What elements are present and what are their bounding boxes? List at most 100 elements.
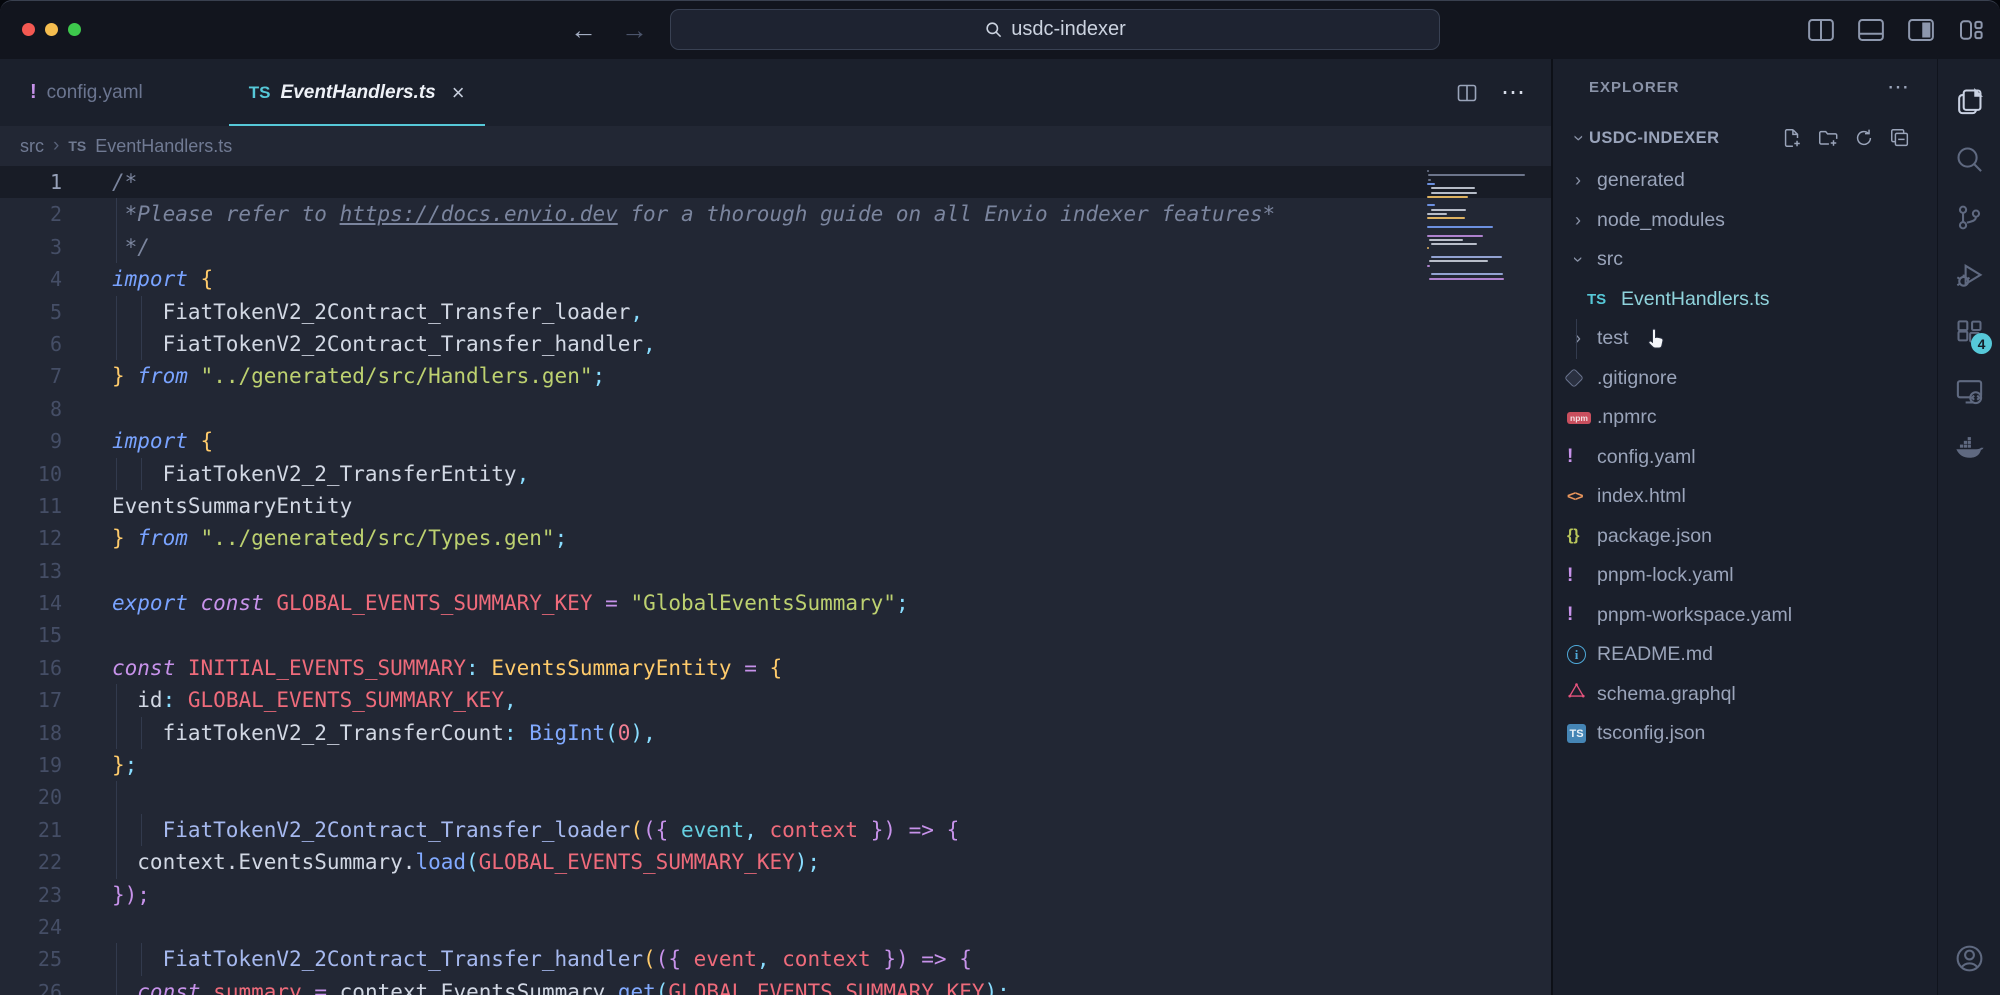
line-number: 8	[0, 393, 62, 425]
code-line-15[interactable]: 15	[0, 619, 1551, 651]
html-file-icon: <>	[1567, 488, 1583, 505]
split-editor-layout-icon[interactable]	[1806, 15, 1836, 45]
back-icon[interactable]: ←	[570, 17, 597, 44]
customize-layout-icon[interactable]	[1956, 15, 1986, 45]
traffic-lights	[22, 23, 81, 36]
code-line-1[interactable]: 1/*	[0, 166, 1551, 198]
code-line-18[interactable]: 18 fiatTokenV2_2_TransferCount: BigInt(0…	[0, 717, 1551, 749]
tree-item-test[interactable]: ›test	[1553, 319, 1937, 359]
code-line-25[interactable]: 25 FiatTokenV2_2Contract_Transfer_handle…	[0, 943, 1551, 975]
code-line-19[interactable]: 19};	[0, 749, 1551, 781]
code-line-8[interactable]: 8	[0, 393, 1551, 425]
code-line-17[interactable]: 17 id: GLOBAL_EVENTS_SUMMARY_KEY,	[0, 684, 1551, 716]
minimap[interactable]	[1421, 170, 1551, 470]
code-line-3[interactable]: 3 */	[0, 231, 1551, 263]
sidebar-right-layout-icon[interactable]	[1906, 15, 1936, 45]
minimap-line	[1427, 265, 1430, 267]
minimap-line	[1431, 256, 1501, 258]
new-file-icon[interactable]	[1781, 127, 1803, 149]
code-line-4[interactable]: 4import {	[0, 263, 1551, 295]
command-center-search[interactable]: usdc-indexer	[670, 9, 1440, 50]
tree-item-src[interactable]: ›src	[1553, 240, 1937, 280]
source-control-icon[interactable]	[1945, 193, 1993, 241]
code-line-10[interactable]: 10 FiatTokenV2_2_TransferEntity,	[0, 458, 1551, 490]
tree-item-eventhandlers-ts[interactable]: TSEventHandlers.ts	[1553, 280, 1937, 320]
line-number: 13	[0, 555, 62, 587]
json-file-icon: {}	[1567, 527, 1579, 545]
history-nav: ← →	[570, 1, 648, 59]
tree-item-schema-graphql[interactable]: schema.graphql	[1553, 675, 1937, 715]
tree-item-label: node_modules	[1597, 209, 1725, 232]
run-debug-icon[interactable]	[1945, 251, 1993, 299]
tree-item-pnpm-lock-yaml[interactable]: !pnpm-lock.yaml	[1553, 556, 1937, 596]
code-line-23[interactable]: 23});	[0, 879, 1551, 911]
tab-eventhandlers-ts[interactable]: TSEventHandlers.ts×	[225, 59, 489, 126]
file-icon-slot: TS	[1587, 291, 1621, 308]
tab-config-yaml[interactable]: !config.yaml	[6, 59, 167, 126]
tree-item-readme-md[interactable]: iREADME.md	[1553, 635, 1937, 675]
code-line-5[interactable]: 5 FiatTokenV2_2Contract_Transfer_loader,	[0, 296, 1551, 328]
account-icon[interactable]	[1945, 934, 1993, 982]
tree-item-node-modules[interactable]: › node_modules	[1553, 201, 1937, 241]
line-content: const INITIAL_EVENTS_SUMMARY: EventsSumm…	[62, 652, 1551, 684]
tree-item-pnpm-workspace-yaml[interactable]: !pnpm-workspace.yaml	[1553, 596, 1937, 636]
tab-bar: !config.yaml TSEventHandlers.ts× ⋯	[0, 59, 1551, 126]
code-line-21[interactable]: 21 FiatTokenV2_2Contract_Transfer_loader…	[0, 814, 1551, 846]
tree-item--npmrc[interactable]: npm.npmrc	[1553, 398, 1937, 438]
forward-icon[interactable]: →	[621, 17, 648, 44]
close-tab-icon[interactable]: ×	[452, 80, 465, 106]
tree-item-generated[interactable]: ›generated	[1553, 161, 1937, 201]
project-root-row[interactable]: › USDC-INDEXER	[1553, 115, 1937, 161]
code-line-2[interactable]: 2 *Please refer to https://docs.envio.de…	[0, 198, 1551, 230]
code-line-13[interactable]: 13	[0, 555, 1551, 587]
file-icon-slot: !	[1567, 565, 1597, 587]
code-line-26[interactable]: 26 const summary = context.EventsSummary…	[0, 976, 1551, 995]
code-line-24[interactable]: 24	[0, 911, 1551, 943]
explorer-icon[interactable]	[1945, 77, 1993, 125]
new-folder-icon[interactable]	[1817, 127, 1839, 149]
line-number: 25	[0, 943, 62, 975]
line-content: const summary = context.EventsSummary.ge…	[62, 976, 1551, 995]
tree-item--gitignore[interactable]: .gitignore	[1553, 359, 1937, 399]
tsconfig-file-icon: TS	[1567, 724, 1586, 743]
file-icon-slot: npm	[1567, 412, 1597, 425]
minimize-window-button[interactable]	[45, 23, 58, 36]
search-icon[interactable]	[1945, 135, 1993, 183]
ts-file-icon: TS	[249, 83, 271, 103]
code-line-14[interactable]: 14export const GLOBAL_EVENTS_SUMMARY_KEY…	[0, 587, 1551, 619]
editor-more-actions-icon[interactable]: ⋯	[1501, 78, 1527, 107]
code-line-11[interactable]: 11EventsSummaryEntity	[0, 490, 1551, 522]
line-number: 24	[0, 911, 62, 943]
code-line-12[interactable]: 12} from "../generated/src/Types.gen";	[0, 522, 1551, 554]
code-editor[interactable]: 1/*2 *Please refer to https://docs.envio…	[0, 166, 1551, 995]
tree-item-config-yaml[interactable]: !config.yaml	[1553, 438, 1937, 478]
line-number: 3	[0, 231, 62, 263]
tree-item-package-json[interactable]: {}package.json	[1553, 517, 1937, 557]
split-editor-icon[interactable]	[1455, 81, 1479, 105]
refresh-explorer-icon[interactable]	[1853, 127, 1875, 149]
zoom-window-button[interactable]	[68, 23, 81, 36]
code-line-16[interactable]: 16const INITIAL_EVENTS_SUMMARY: EventsSu…	[0, 652, 1551, 684]
code-line-9[interactable]: 9import {	[0, 425, 1551, 457]
code-line-6[interactable]: 6 FiatTokenV2_2Contract_Transfer_handler…	[0, 328, 1551, 360]
tree-item-tsconfig-json[interactable]: TStsconfig.json	[1553, 714, 1937, 754]
line-number: 18	[0, 717, 62, 749]
code-line-7[interactable]: 7} from "../generated/src/Handlers.gen";	[0, 360, 1551, 392]
explorer-more-actions-icon[interactable]: ⋯	[1887, 74, 1911, 100]
panel-layout-icon[interactable]	[1856, 15, 1886, 45]
breadcrumb-file[interactable]: EventHandlers.ts	[95, 136, 232, 157]
code-line-22[interactable]: 22 context.EventsSummary.load(GLOBAL_EVE…	[0, 846, 1551, 878]
close-window-button[interactable]	[22, 23, 35, 36]
indent-guide	[141, 814, 142, 846]
breadcrumb-src[interactable]: src	[20, 136, 44, 157]
indent-guide	[116, 976, 117, 995]
tree-item-label: .gitignore	[1597, 367, 1677, 390]
extensions-icon[interactable]: 4	[1945, 309, 1993, 357]
docker-icon[interactable]	[1945, 425, 1993, 473]
tree-item-index-html[interactable]: <>index.html	[1553, 477, 1937, 517]
code-line-20[interactable]: 20	[0, 781, 1551, 813]
chevron-right-icon: ›	[1567, 210, 1589, 231]
file-icon-slot: !	[1567, 604, 1597, 626]
collapse-folders-icon[interactable]	[1889, 127, 1911, 149]
remote-explorer-icon[interactable]	[1945, 367, 1993, 415]
